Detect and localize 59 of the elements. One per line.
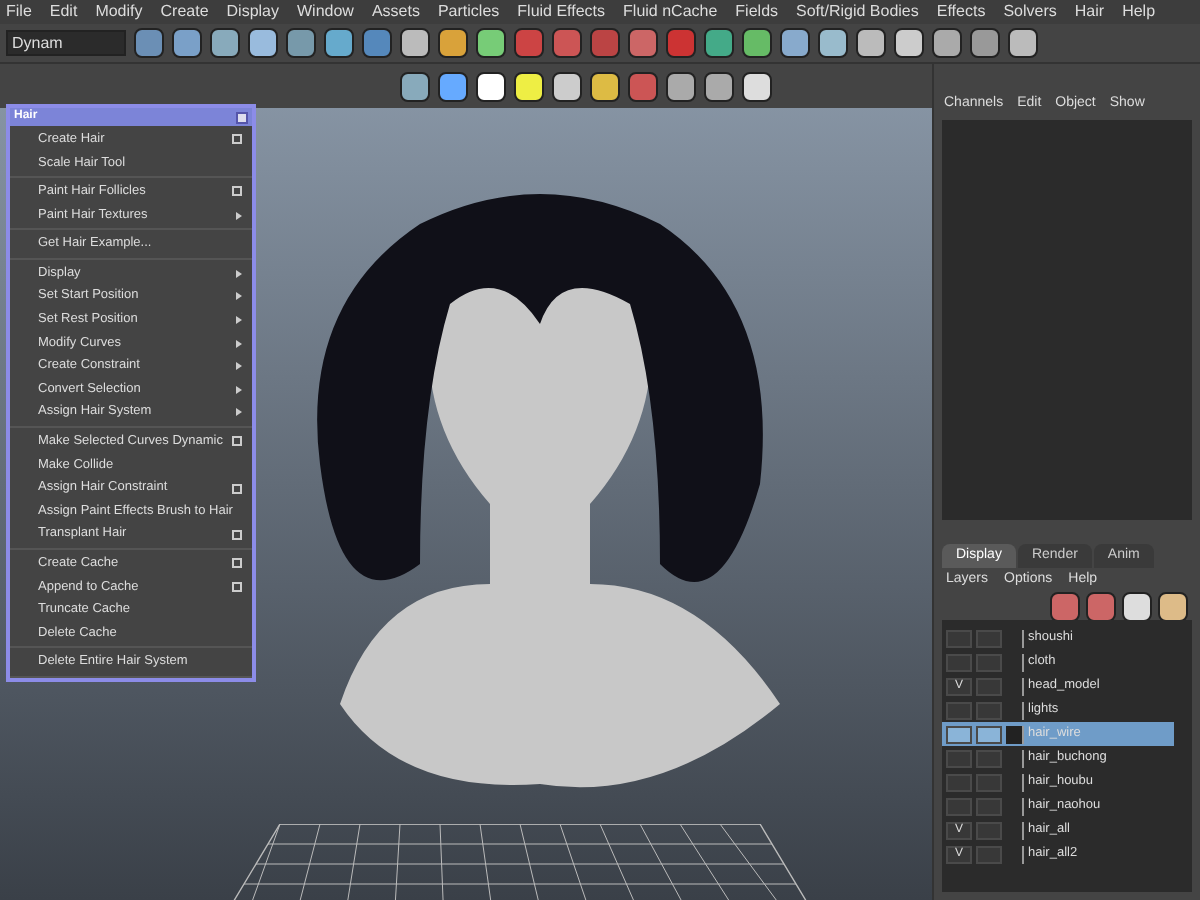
menu-item[interactable]: Edit [49, 4, 78, 20]
toolbar-icon[interactable] [172, 28, 202, 58]
menu-item[interactable]: Hair [1074, 4, 1105, 20]
menu-item[interactable]: Effects [936, 4, 986, 20]
toolbar-icon[interactable] [894, 28, 924, 58]
toolbar-icon[interactable] [590, 71, 620, 101]
toolbar-icon[interactable] [704, 71, 734, 101]
menu-item[interactable]: Fluid nCache [623, 4, 718, 20]
menu-item[interactable]: Help [1122, 4, 1156, 20]
toolbar-icon[interactable] [742, 28, 772, 58]
toolbar-icon[interactable] [856, 28, 886, 58]
menu-item[interactable]: Display [226, 4, 279, 20]
visibility-toggle[interactable] [946, 701, 972, 719]
toolbar-icon[interactable] [666, 71, 696, 101]
toolbar-icon[interactable] [704, 28, 734, 58]
toolbar-icon[interactable] [400, 71, 430, 101]
menu-item[interactable]: Create [160, 4, 209, 20]
toolbar-icon[interactable] [818, 28, 848, 58]
visibility-toggle[interactable] [946, 629, 972, 647]
mode-dropdown[interactable]: Dynam [6, 30, 126, 56]
visibility-toggle[interactable] [946, 725, 972, 743]
toolbar-icon[interactable] [1158, 591, 1188, 621]
toolbar-icon[interactable] [1122, 591, 1152, 621]
toolbar-icon[interactable] [514, 71, 544, 101]
toolbar-icon[interactable] [438, 28, 468, 58]
visibility-toggle[interactable] [946, 749, 972, 767]
toolbar-icon[interactable] [1008, 28, 1038, 58]
menu-item[interactable]: Particles [437, 4, 500, 20]
option-box-icon[interactable] [232, 134, 242, 145]
menu-item[interactable]: Assets [371, 4, 420, 20]
toolbar-icon[interactable] [400, 28, 430, 58]
visibility-toggle[interactable] [946, 653, 972, 671]
option-box-icon[interactable] [232, 581, 242, 592]
toolbar-icon[interactable] [932, 28, 962, 58]
toolbar-icon[interactable] [210, 28, 240, 58]
option-box-icon[interactable] [232, 529, 242, 540]
toolbar-icon[interactable] [970, 28, 1000, 58]
visibility-toggle[interactable] [946, 797, 972, 815]
toolbar-icon[interactable] [742, 71, 772, 101]
option-box-icon[interactable] [232, 186, 242, 197]
menu-item[interactable]: File [6, 4, 32, 20]
toolbar-icon[interactable] [780, 28, 810, 58]
menu-item[interactable]: Solvers [1003, 4, 1057, 20]
menu-item[interactable]: Window [297, 4, 354, 20]
option-box-icon[interactable] [232, 483, 242, 494]
visibility-toggle[interactable] [946, 773, 972, 791]
toolbar-icon[interactable] [552, 71, 582, 101]
toolbar-icon[interactable] [324, 28, 354, 58]
menu-item[interactable]: Modify [95, 4, 143, 20]
toolbar-icon[interactable] [438, 71, 468, 101]
toolbar-icon[interactable] [476, 71, 506, 101]
menu-item[interactable]: Fields [735, 4, 779, 20]
toolbar-icon[interactable] [476, 28, 506, 58]
menu-item[interactable]: Soft/Rigid Bodies [796, 4, 919, 20]
option-box-icon[interactable] [232, 558, 242, 569]
menu-item[interactable]: Fluid Effects [517, 4, 606, 20]
toolbar-icon[interactable] [248, 28, 278, 58]
close-icon[interactable] [236, 111, 248, 123]
option-box-icon[interactable] [232, 436, 242, 447]
